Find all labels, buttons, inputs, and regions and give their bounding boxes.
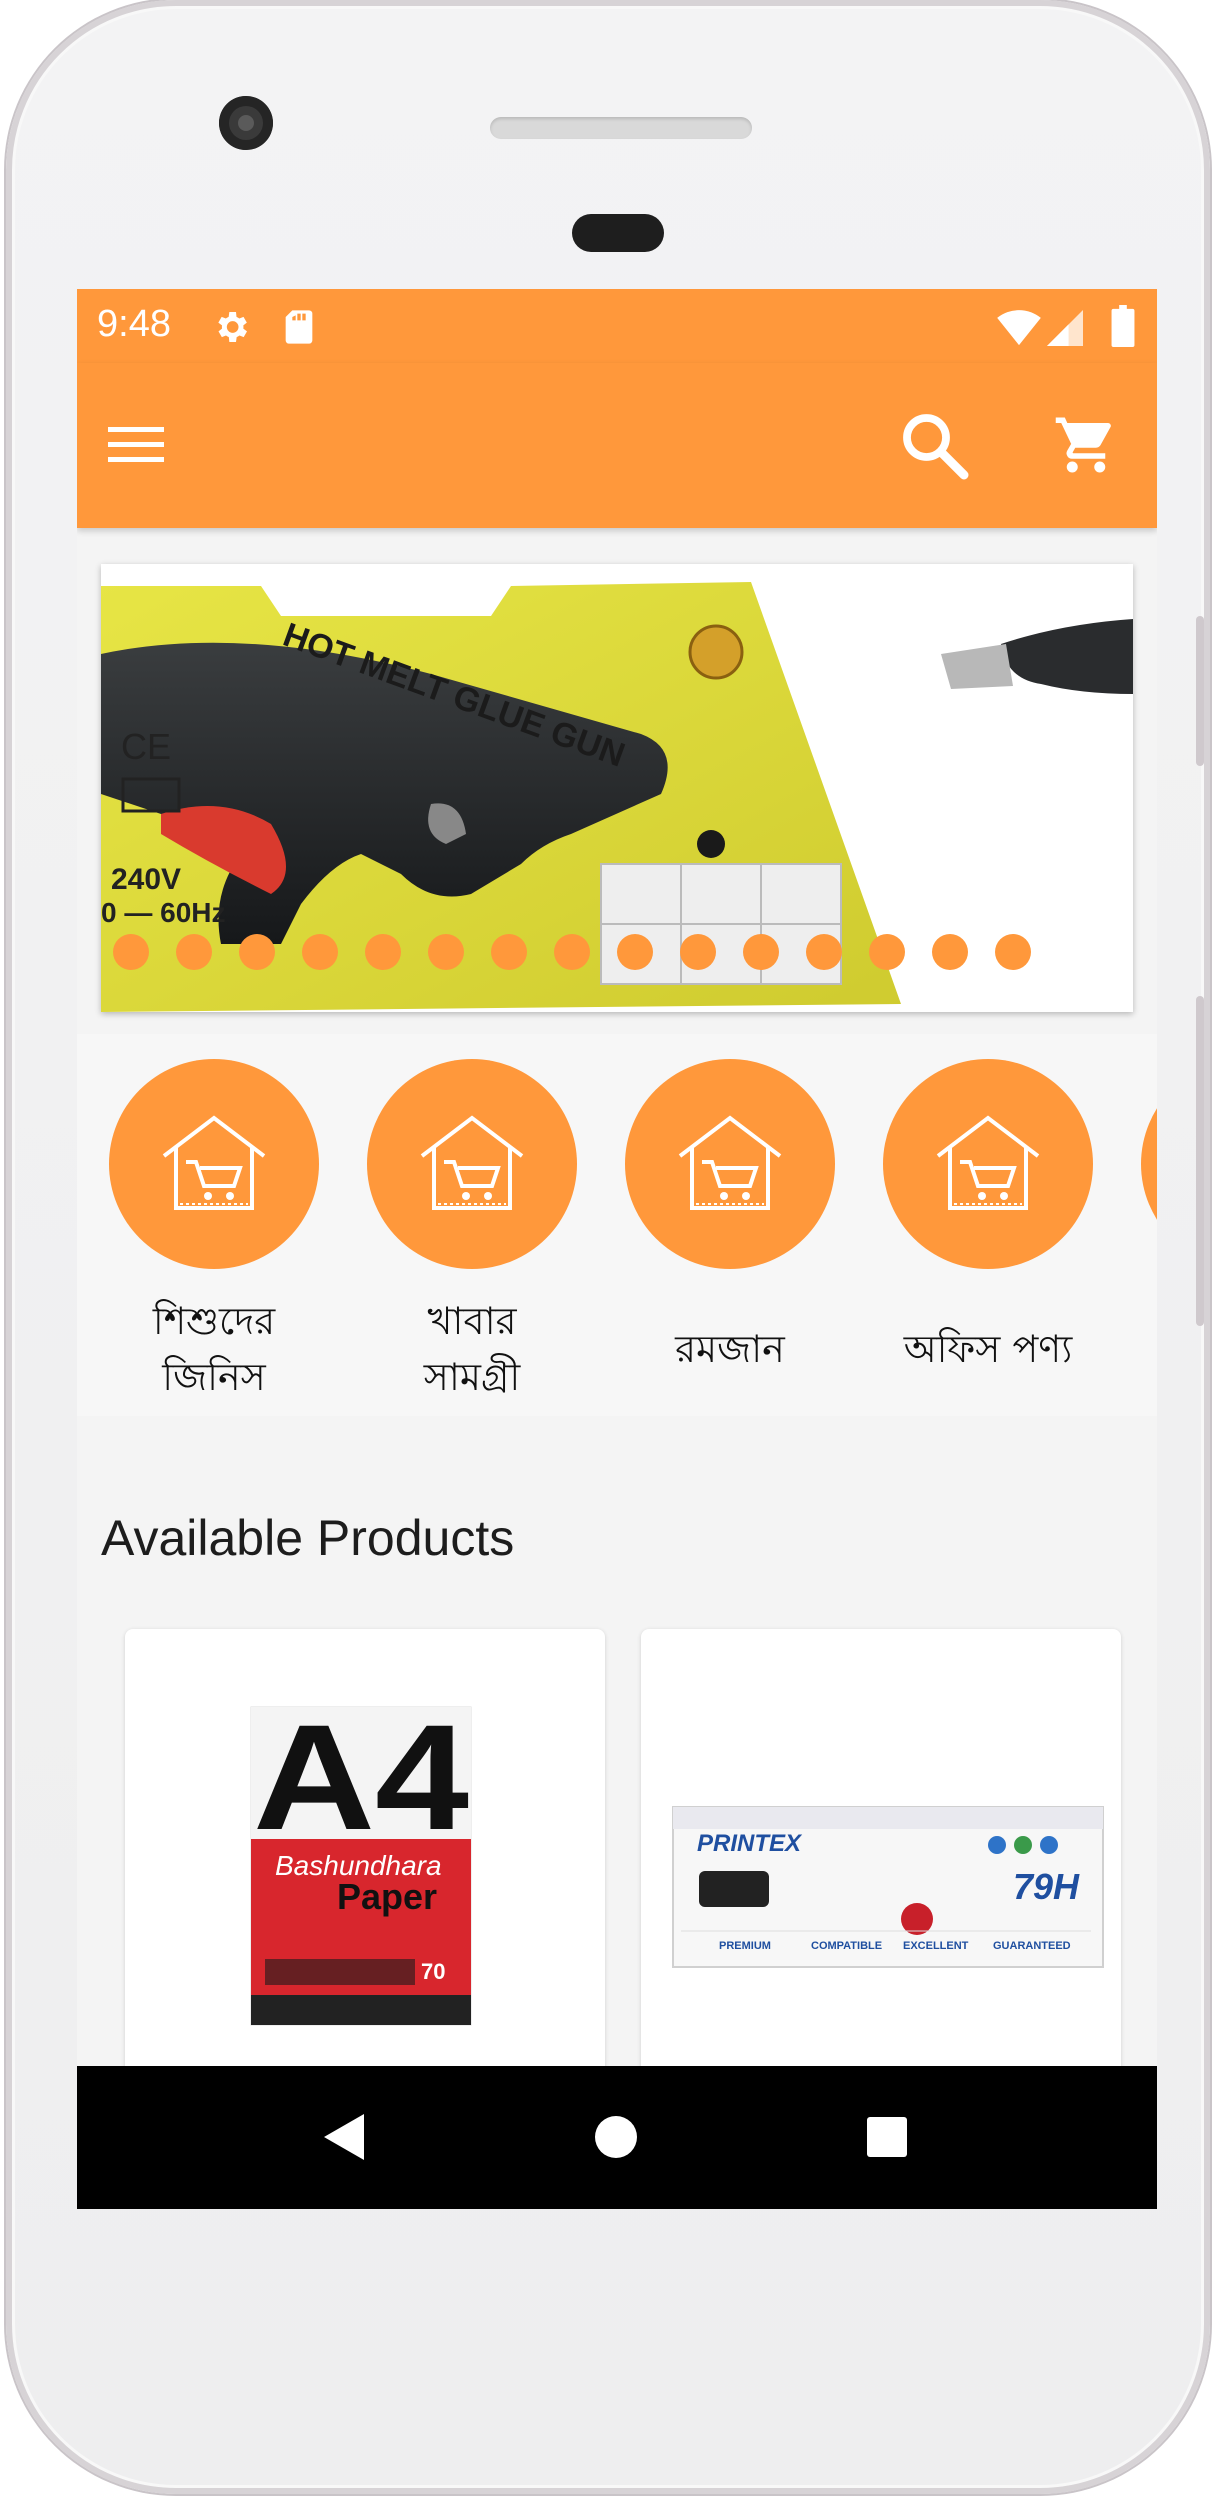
app-screen: 9:48 HOT MELT GLUE GUN CE 240V 0 — 60Hz … <box>77 289 1157 2209</box>
product-card[interactable]: PRINTEX 79H PREMIUM COMPATIBLE EXCELLENT… <box>641 1629 1121 2089</box>
power-button <box>1196 616 1204 766</box>
shopping-cart-icon <box>1055 417 1111 473</box>
pager-dot[interactable] <box>869 934 905 970</box>
pager-dot[interactable] <box>491 934 527 970</box>
pager-dot[interactable] <box>176 934 212 970</box>
system-nav-bar <box>77 2066 1157 2209</box>
front-camera <box>219 96 273 150</box>
pager-dot[interactable] <box>239 934 275 970</box>
earpiece-speaker <box>490 117 752 139</box>
pager-dot[interactable] <box>932 934 968 970</box>
product-toner-brand: PRINTEX <box>697 1830 803 1857</box>
menu-button[interactable] <box>91 400 181 490</box>
banner-spec-text: 240V <box>111 863 181 896</box>
product-toner-model: 79H <box>1013 1866 1080 1907</box>
status-time: 9:48 <box>97 303 171 345</box>
category-strip: শিশুদের জিনিস খাবার সামগ্রী রমজান অফিস প… <box>77 1034 1157 1416</box>
signal-icon <box>1047 310 1083 346</box>
pager-dot[interactable] <box>743 934 779 970</box>
category-label: অফিস পণ্য <box>903 1327 1073 1371</box>
product-toner-feature-4: GUARANTEED <box>993 1940 1071 1952</box>
banner-ce-mark: CE <box>121 726 171 767</box>
sd-card-icon <box>285 310 313 344</box>
search-icon <box>903 414 969 480</box>
status-bar: 9:48 <box>77 289 1157 363</box>
category-label: শিশুদের জিনিস <box>152 1299 276 1399</box>
category-item[interactable]: শিশুদের জিনিস <box>85 1059 343 1405</box>
section-title: Available Products <box>101 1510 515 1566</box>
category-item[interactable]: খাবার সামগ্রী <box>343 1059 601 1405</box>
category-item-partial[interactable] <box>1117 1059 1157 1269</box>
product-a4-weight: 70 <box>421 1959 445 1984</box>
pager-dot[interactable] <box>365 934 401 970</box>
category-circle <box>109 1059 319 1269</box>
product-card[interactable]: A4 Bashundhara Paper 70 <box>125 1629 605 2089</box>
proximity-sensor <box>572 214 664 252</box>
recents-icon <box>867 2117 907 2157</box>
toner-cartridge-product-image: PRINTEX 79H PREMIUM COMPATIBLE EXCELLENT… <box>672 1806 1104 1968</box>
category-circle <box>625 1059 835 1269</box>
pager-dot[interactable] <box>302 934 338 970</box>
shop-house-cart-icon <box>936 1115 1040 1210</box>
banner-pager-dots <box>113 934 1031 974</box>
product-a4-line2: Paper <box>337 1876 437 1917</box>
category-label: খাবার সামগ্রী <box>423 1299 521 1399</box>
pager-dot[interactable] <box>113 934 149 970</box>
shop-house-cart-icon <box>420 1115 524 1210</box>
category-label: রমজান <box>675 1327 785 1371</box>
category-circle <box>883 1059 1093 1269</box>
pager-dot[interactable] <box>806 934 842 970</box>
search-button[interactable] <box>889 400 979 490</box>
product-toner-feature-2: COMPATIBLE <box>811 1940 882 1952</box>
home-icon <box>595 2116 637 2158</box>
product-toner-feature-3: EXCELLENT <box>903 1940 969 1952</box>
pager-dot[interactable] <box>995 934 1031 970</box>
recents-button[interactable] <box>852 2102 922 2172</box>
back-icon <box>324 2114 364 2160</box>
app-toolbar <box>77 363 1157 528</box>
cart-button[interactable] <box>1041 400 1131 490</box>
phone-frame: 9:48 HOT MELT GLUE GUN CE 240V 0 — 60Hz … <box>6 0 1210 2494</box>
banner-hz-text: 0 — 60Hz <box>101 897 226 928</box>
a4-paper-product-image: A4 Bashundhara Paper 70 <box>250 1693 472 2026</box>
pager-dot[interactable] <box>428 934 464 970</box>
volume-button <box>1196 996 1204 1326</box>
category-item[interactable]: রমজান <box>601 1059 859 1377</box>
battery-icon <box>1111 305 1135 347</box>
hamburger-menu-icon <box>108 427 164 462</box>
home-button[interactable] <box>581 2102 651 2172</box>
product-a4-big: A4 <box>253 1693 469 1861</box>
category-circle <box>367 1059 577 1269</box>
wifi-icon <box>997 310 1041 346</box>
category-item[interactable]: অফিস পণ্য <box>859 1059 1117 1377</box>
back-button[interactable] <box>308 2102 378 2172</box>
pager-dot[interactable] <box>680 934 716 970</box>
shop-house-cart-icon <box>678 1115 782 1210</box>
product-toner-feature-1: PREMIUM <box>719 1940 771 1952</box>
shop-house-cart-icon <box>162 1115 266 1210</box>
pager-dot[interactable] <box>617 934 653 970</box>
pager-dot[interactable] <box>554 934 590 970</box>
settings-gear-icon <box>218 312 247 342</box>
category-circle <box>1141 1059 1157 1269</box>
